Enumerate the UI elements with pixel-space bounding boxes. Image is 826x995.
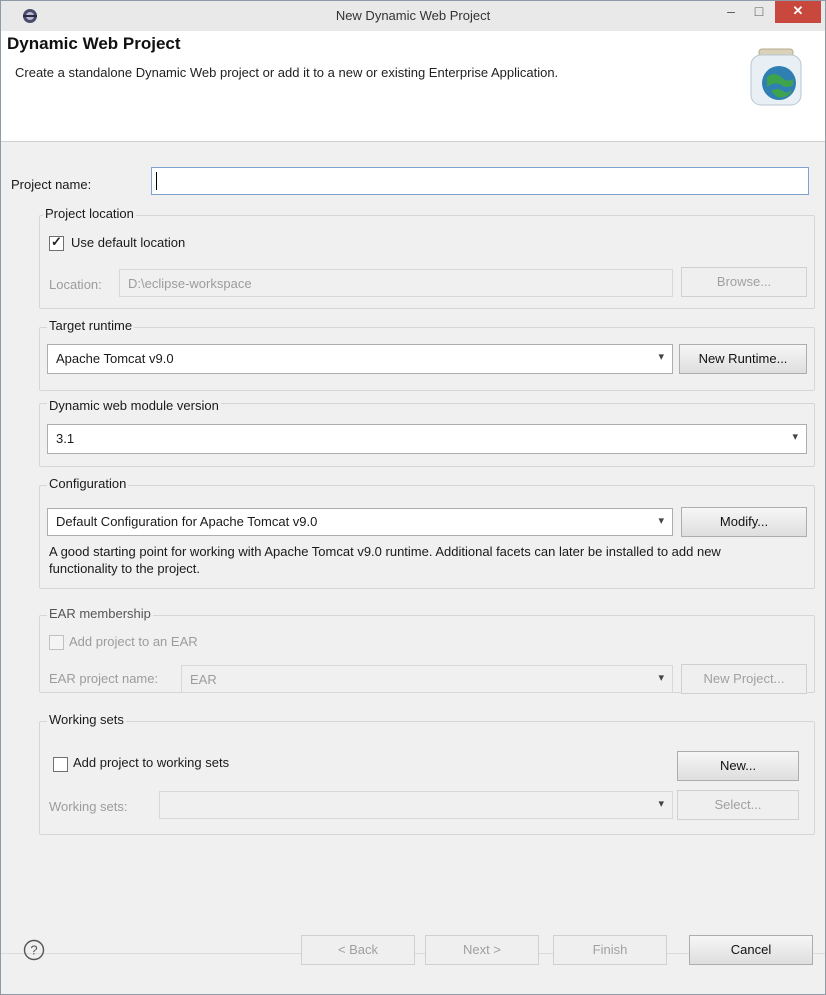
add-to-working-sets-checkbox[interactable] bbox=[53, 757, 68, 772]
chevron-down-icon: ▾ bbox=[658, 798, 664, 810]
modify-button[interactable]: Modify... bbox=[681, 507, 807, 537]
next-button[interactable]: Next > bbox=[425, 935, 539, 965]
text-caret bbox=[156, 172, 157, 190]
location-value: D:\eclipse-workspace bbox=[128, 276, 252, 291]
new-working-set-button[interactable]: New... bbox=[677, 751, 799, 781]
finish-button[interactable]: Finish bbox=[553, 935, 667, 965]
title-bar[interactable]: New Dynamic Web Project – □ ✕ bbox=[1, 1, 825, 31]
working-sets-label: Working sets: bbox=[49, 799, 128, 814]
working-sets-legend: Working sets bbox=[47, 712, 126, 727]
location-input: D:\eclipse-workspace bbox=[119, 269, 673, 297]
cancel-button[interactable]: Cancel bbox=[689, 935, 813, 965]
project-location-legend: Project location bbox=[43, 206, 136, 221]
window-title: New Dynamic Web Project bbox=[335, 8, 491, 23]
ear-project-name-label: EAR project name: bbox=[49, 671, 159, 686]
svg-text:?: ? bbox=[30, 943, 37, 958]
web-project-globe-jar-icon bbox=[750, 48, 802, 106]
ear-membership-legend: EAR membership bbox=[47, 606, 153, 621]
module-version-select[interactable]: 3.1 ▾ bbox=[47, 424, 807, 454]
new-runtime-button[interactable]: New Runtime... bbox=[679, 344, 807, 374]
dialog-window: New Dynamic Web Project – □ ✕ Dynamic We… bbox=[0, 0, 826, 995]
wizard-description: Create a standalone Dynamic Web project … bbox=[15, 65, 559, 80]
close-button[interactable]: ✕ bbox=[775, 1, 821, 23]
select-working-sets-button[interactable]: Select... bbox=[677, 790, 799, 820]
use-default-location-label[interactable]: Use default location bbox=[71, 235, 185, 250]
target-runtime-legend: Target runtime bbox=[47, 318, 135, 333]
minimize-button[interactable]: – bbox=[717, 1, 745, 23]
wizard-title: Dynamic Web Project bbox=[7, 34, 181, 53]
add-to-ear-checkbox[interactable] bbox=[49, 635, 64, 650]
configuration-select[interactable]: Default Configuration for Apache Tomcat … bbox=[47, 508, 673, 536]
target-runtime-select[interactable]: Apache Tomcat v9.0 ▾ bbox=[47, 344, 673, 374]
target-runtime-value: Apache Tomcat v9.0 bbox=[56, 351, 174, 366]
working-sets-select: ▾ bbox=[159, 791, 673, 819]
chevron-down-icon: ▾ bbox=[658, 351, 664, 363]
chevron-down-icon: ▾ bbox=[792, 431, 798, 443]
ear-project-name-select: EAR ▾ bbox=[181, 665, 673, 693]
browse-button[interactable]: Browse... bbox=[681, 267, 807, 297]
configuration-legend: Configuration bbox=[47, 476, 129, 491]
help-question-icon[interactable]: ? bbox=[23, 939, 45, 961]
project-name-input[interactable] bbox=[151, 167, 809, 195]
ear-project-name-value: EAR bbox=[190, 672, 217, 687]
module-version-value: 3.1 bbox=[56, 431, 75, 446]
new-ear-project-button[interactable]: New Project... bbox=[681, 664, 807, 694]
configuration-description: A good starting point for working with A… bbox=[49, 544, 721, 576]
module-version-legend: Dynamic web module version bbox=[47, 398, 221, 413]
back-button[interactable]: < Back bbox=[301, 935, 415, 965]
add-to-ear-label: Add project to an EAR bbox=[69, 634, 198, 649]
chevron-down-icon: ▾ bbox=[658, 672, 664, 684]
location-label: Location: bbox=[49, 277, 102, 292]
check-mark-icon: ✓ bbox=[51, 234, 62, 249]
maximize-button[interactable]: □ bbox=[745, 1, 773, 23]
configuration-value: Default Configuration for Apache Tomcat … bbox=[56, 514, 318, 529]
chevron-down-icon: ▾ bbox=[658, 515, 664, 527]
use-default-location-checkbox[interactable]: ✓ bbox=[49, 234, 64, 251]
project-name-label: Project name: bbox=[11, 177, 92, 192]
add-to-working-sets-label[interactable]: Add project to working sets bbox=[73, 755, 229, 770]
